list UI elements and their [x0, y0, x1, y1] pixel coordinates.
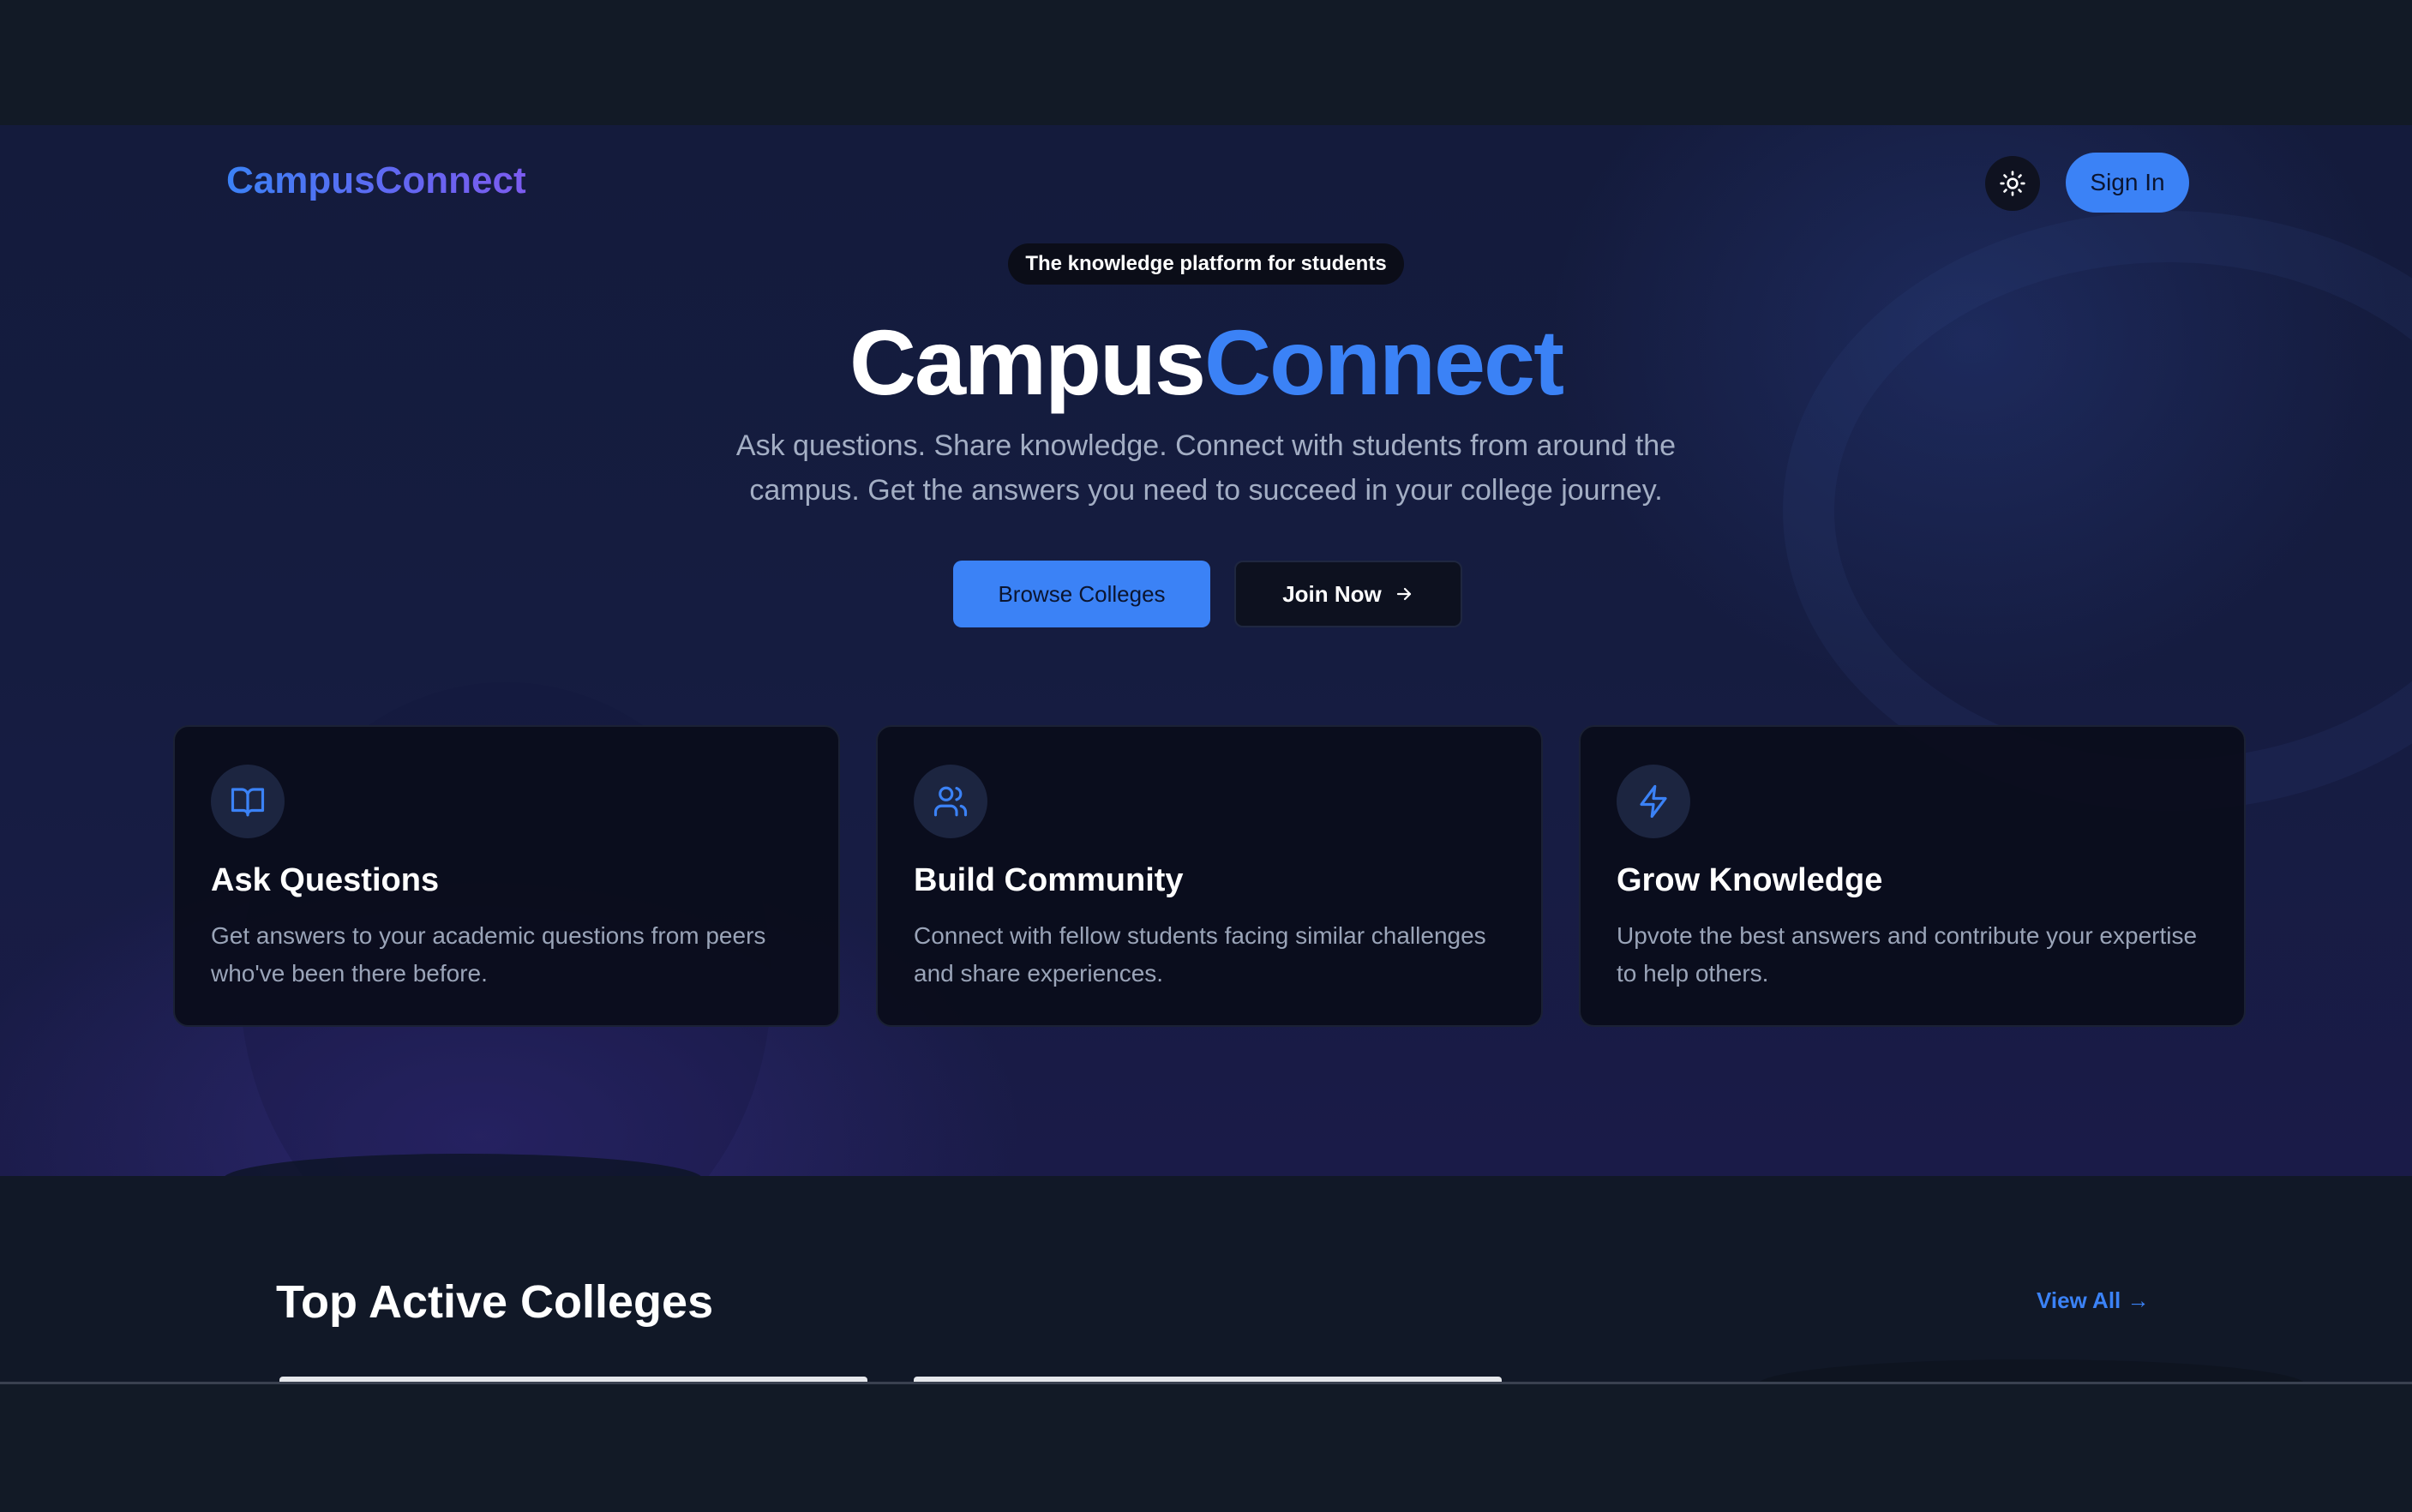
- theme-toggle-button[interactable]: [1985, 156, 2040, 211]
- lightning-icon: [1640, 784, 1667, 819]
- book-open-icon: [231, 788, 265, 817]
- page: CampusConnect Sign In The knowledge plat…: [0, 0, 2412, 1512]
- browse-colleges-button[interactable]: Browse Colleges: [953, 561, 1210, 627]
- sign-in-button[interactable]: Sign In: [2066, 153, 2189, 213]
- feature-title: Ask Questions: [211, 862, 440, 898]
- site-logo[interactable]: CampusConnect: [226, 159, 526, 202]
- feature-icon-wrap: [1617, 765, 1690, 838]
- feature-text: Connect with fellow students facing simi…: [914, 922, 1486, 987]
- colleges-section-title: Top Active Colleges: [276, 1276, 714, 1328]
- feature-icon-wrap: [211, 765, 285, 838]
- feature-icon-wrap: [914, 765, 987, 838]
- feature-text: Upvote the best answers and contribute y…: [1617, 922, 2198, 987]
- feature-card-build-community: Build Community Connect with fellow stud…: [876, 725, 1543, 1027]
- feature-text: Get answers to your academic questions f…: [211, 922, 766, 987]
- hero-badge: The knowledge platform for students: [1008, 243, 1404, 285]
- sun-icon: [2000, 171, 2025, 196]
- hero-subtitle: Ask questions. Share knowledge. Connect …: [735, 429, 1677, 507]
- bottom-strip: [0, 1384, 2412, 1512]
- hero-title-part1: Campus: [849, 310, 1206, 414]
- feature-card-ask-questions: Ask Questions Get answers to your academ…: [173, 725, 840, 1027]
- feature-title: Grow Knowledge: [1617, 862, 1883, 898]
- join-now-label: Join Now: [1282, 580, 1382, 607]
- arrow-right-icon: [1396, 587, 1411, 601]
- join-now-button[interactable]: Join Now: [1234, 561, 1462, 627]
- feature-card-grow-knowledge: Grow Knowledge Upvote the best answers a…: [1579, 725, 2246, 1027]
- view-all-link[interactable]: View All →: [2037, 1287, 2150, 1314]
- hero-title: CampusConnect: [0, 309, 2412, 416]
- top-strip: [0, 0, 2412, 125]
- users-icon: [933, 786, 968, 817]
- hero-title-part2: Connect: [1204, 310, 1564, 414]
- feature-title: Build Community: [914, 862, 1184, 898]
- hero-decoration: [1783, 211, 2412, 811]
